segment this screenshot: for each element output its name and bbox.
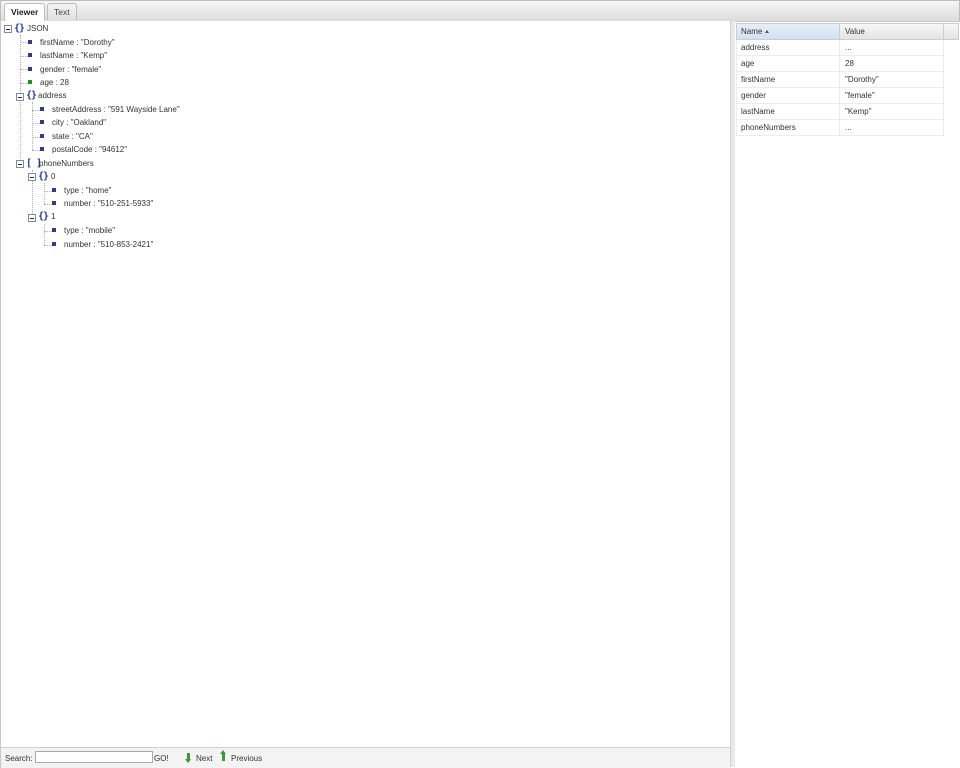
collapse-toggle-phone-1[interactable] — [28, 214, 36, 222]
json-tree-panel — [0, 21, 731, 747]
tree-node-label: postalCode : "94612" — [52, 145, 128, 154]
column-header-name[interactable]: Name — [737, 24, 840, 39]
value-bullet-icon — [28, 39, 32, 44]
tree-node-firstname[interactable]: firstName : "Dorothy" — [28, 37, 115, 49]
number-bullet-icon — [28, 79, 32, 84]
value-bullet-icon — [40, 146, 44, 151]
cell-name: age — [737, 56, 840, 71]
tree-node-label: JSON — [27, 24, 49, 33]
tree-node-phone-1-type[interactable]: type : "mobile" — [52, 225, 115, 237]
tree-node-city[interactable]: city : "Oakland" — [40, 117, 106, 129]
search-input[interactable] — [35, 751, 153, 763]
tree-node-phone-0[interactable]: 0 — [51, 171, 55, 183]
tree-node-label: state : "CA" — [52, 132, 93, 141]
grid-header-filler — [944, 23, 959, 40]
tree-node-phonenumbers[interactable]: phoneNumbers — [39, 158, 94, 170]
column-header-label: Name — [741, 27, 763, 36]
tree-node-label: firstName : "Dorothy" — [40, 38, 115, 47]
table-row[interactable]: age 28 — [736, 56, 944, 72]
tree-node-lastname[interactable]: lastName : "Kemp" — [28, 50, 107, 62]
tree-node-label: lastName : "Kemp" — [40, 51, 108, 60]
grid-header: Name Value — [736, 23, 944, 40]
tree-node-label: age : 28 — [40, 78, 69, 87]
value-bullet-icon — [52, 187, 56, 192]
object-icon: {} — [38, 171, 49, 182]
tab-viewer[interactable]: Viewer — [4, 3, 46, 21]
table-row[interactable]: firstName "Dorothy" — [736, 72, 944, 88]
cell-name: lastName — [737, 104, 840, 119]
sort-ascending-icon — [765, 30, 770, 34]
search-bar: Search: GO! Next Previous — [0, 747, 730, 768]
table-row[interactable]: lastName "Kemp" — [736, 104, 944, 120]
object-icon: {} — [14, 23, 25, 34]
cell-value: ... — [845, 123, 852, 132]
tree-node-phone-0-type[interactable]: type : "home" — [52, 185, 111, 197]
tree-node-label: address — [38, 91, 67, 100]
tree-node-postalcode[interactable]: postalCode : "94612" — [40, 144, 127, 156]
tree-node-label: number : "510-251-5933" — [64, 199, 154, 208]
cell-value: ... — [845, 43, 852, 52]
column-header-value[interactable]: Value — [841, 24, 945, 39]
property-grid: Name Value address... age 28 firstName "Do… — [736, 23, 944, 136]
tree-node-root[interactable]: JSON — [27, 23, 48, 35]
value-bullet-icon — [40, 106, 44, 111]
table-row[interactable]: phoneNumbers... — [736, 120, 944, 136]
cell-value: 28 — [845, 59, 854, 68]
tree-node-streetaddress[interactable]: streetAddress : "591 Wayside Lane" — [40, 104, 180, 116]
value-bullet-icon — [28, 66, 32, 71]
search-go-button[interactable]: GO! — [154, 754, 169, 763]
tree-node-label: streetAddress : "591 Wayside Lane" — [52, 105, 180, 114]
tree-node-label: type : "home" — [64, 186, 112, 195]
cell-value: "Kemp" — [845, 107, 872, 116]
value-bullet-icon — [28, 52, 32, 57]
table-row[interactable]: gender "female" — [736, 88, 944, 104]
tree-node-state[interactable]: state : "CA" — [40, 131, 93, 143]
tree-node-label: 0 — [51, 172, 56, 181]
tree-node-gender[interactable]: gender : "female" — [28, 64, 101, 76]
tree-node-phone-0-number[interactable]: number : "510-251-5933" — [52, 198, 153, 210]
cell-value: "female" — [845, 91, 875, 100]
collapse-toggle-phonenumbers[interactable] — [16, 160, 24, 168]
tree-node-address[interactable]: address — [38, 90, 66, 102]
tree-node-label: city : "Oakland" — [52, 118, 107, 127]
collapse-toggle-root[interactable] — [4, 25, 12, 33]
tree-node-label: number : "510-853-2421" — [64, 240, 154, 249]
column-header-label: Value — [845, 27, 865, 36]
value-bullet-icon — [52, 227, 56, 232]
tree-node-age[interactable]: age : 28 — [28, 77, 69, 89]
object-icon: {} — [38, 211, 49, 222]
arrow-down-icon — [185, 753, 191, 763]
value-bullet-icon — [52, 200, 56, 205]
value-bullet-icon — [40, 119, 44, 124]
tab-bar: Viewer Text — [0, 0, 960, 22]
tree-node-label: type : "mobile" — [64, 226, 116, 235]
collapse-toggle-address[interactable] — [16, 93, 24, 101]
tree-node-label: 1 — [51, 212, 56, 221]
cell-name: gender — [737, 88, 840, 103]
tree-node-label: phoneNumbers — [39, 159, 94, 168]
panel-splitter[interactable] — [730, 21, 735, 767]
tree-node-phone-1-number[interactable]: number : "510-853-2421" — [52, 239, 153, 251]
value-bullet-icon — [40, 133, 44, 138]
cell-name: phoneNumbers — [737, 120, 840, 135]
search-previous-button[interactable]: Previous — [231, 754, 262, 763]
tree-node-phone-1[interactable]: 1 — [51, 211, 55, 223]
tree-node-label: gender : "female" — [40, 65, 102, 74]
tab-text[interactable]: Text — [47, 3, 77, 20]
cell-name: address — [737, 40, 840, 55]
cell-name: firstName — [737, 72, 840, 87]
cell-value: "Dorothy" — [845, 75, 879, 84]
search-next-button[interactable]: Next — [196, 754, 212, 763]
arrow-up-icon — [220, 750, 226, 761]
value-bullet-icon — [52, 241, 56, 246]
search-label: Search: — [5, 754, 33, 763]
object-icon: {} — [26, 90, 37, 101]
collapse-toggle-phone-0[interactable] — [28, 173, 36, 181]
table-row[interactable]: address... — [736, 40, 944, 56]
